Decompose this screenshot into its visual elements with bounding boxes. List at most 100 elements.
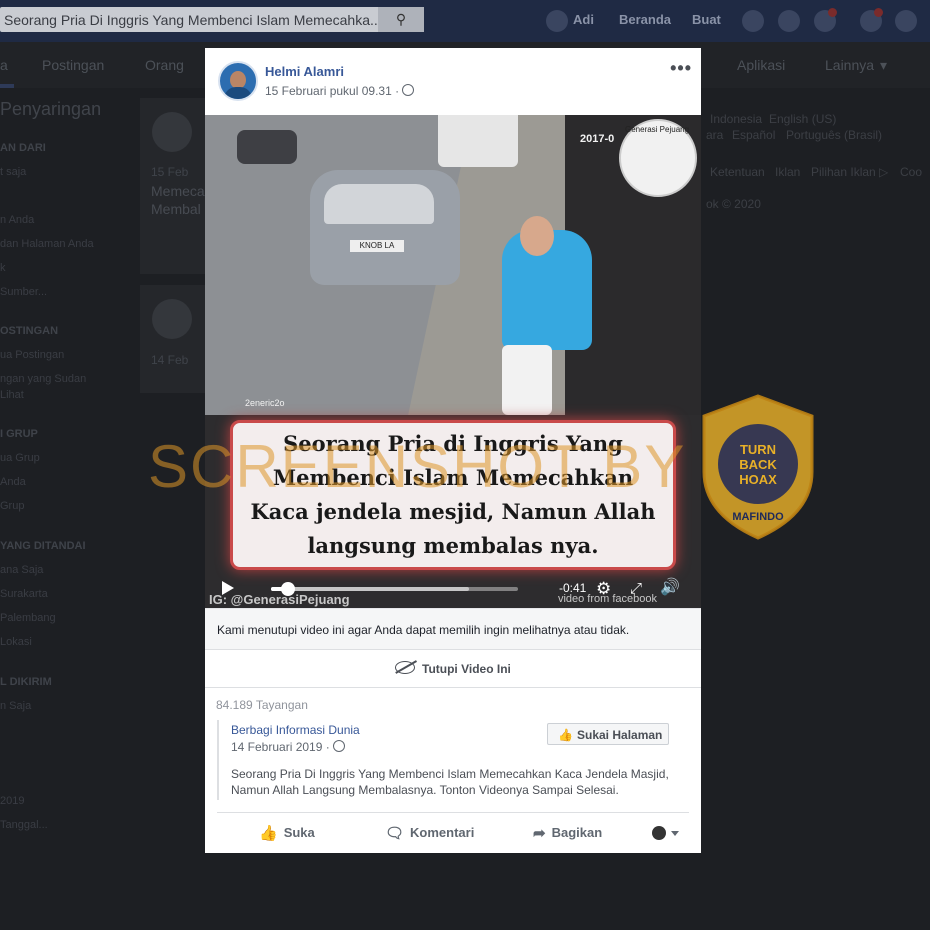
avatar [152, 299, 192, 339]
seal-line: HOAX [739, 472, 777, 487]
copyright-text: ok © 2020 [706, 197, 761, 211]
filter-option[interactable]: n Saja [0, 700, 31, 712]
sensitive-notice: Kami menutupi video ini agar Anda dapat … [205, 608, 701, 650]
filter-option[interactable]: n Anda [0, 214, 34, 226]
video-scene-van [438, 115, 518, 167]
volume-icon[interactable]: 🔊 [660, 579, 680, 597]
notification-badge [828, 8, 837, 17]
shared-post: Berbagi Informasi Dunia 14 Februari 2019… [217, 720, 691, 800]
language-link[interactable]: English (US) [769, 112, 836, 126]
comment-label: Komentari [410, 825, 475, 840]
filter-option[interactable]: Surakarta [0, 588, 48, 600]
filter-option[interactable]: Palembang [0, 612, 56, 624]
language-link[interactable]: Español [732, 128, 775, 142]
video-progress-bar[interactable] [271, 582, 518, 596]
screenshot-watermark: SCREENSHOT BY [148, 433, 687, 500]
footer-link[interactable]: Pilihan Iklan ▷ [811, 165, 888, 179]
like-page-label: Sukai Halaman [577, 728, 663, 742]
filter-option[interactable]: Lokasi [0, 636, 32, 648]
top-bar: Seorang Pria Di Inggris Yang Membenci Is… [0, 0, 930, 42]
profile-name[interactable]: Adi [573, 12, 594, 27]
tab-apps[interactable]: Aplikasi [737, 57, 785, 73]
post-date[interactable]: 15 Februari pukul 09.31 · [265, 84, 415, 98]
request-badge [874, 8, 883, 17]
filter-option[interactable]: ua Postingan [0, 349, 64, 361]
result-text: Membal [151, 201, 201, 217]
filter-option[interactable]: Grup [0, 500, 24, 512]
video-scene-parked-car [237, 130, 297, 164]
filter-heading: AN DARI [0, 142, 46, 154]
shared-page-name[interactable]: Berbagi Informasi Dunia [231, 723, 360, 737]
filter-option[interactable]: dan Halaman Anda [0, 238, 94, 250]
filter-option[interactable]: Tanggal... [0, 819, 48, 831]
sensitive-notice-text: Kami menutupi video ini agar Anda dapat … [217, 623, 630, 637]
filter-option[interactable]: 2019 [0, 795, 24, 807]
footer-link[interactable]: Iklan [775, 165, 800, 179]
search-text: Seorang Pria Di Inggris Yang Membenci Is… [4, 12, 382, 28]
filter-option[interactable]: t saja [0, 166, 26, 178]
profile-avatar[interactable] [546, 10, 568, 32]
car-plate: KNOB LA [350, 240, 404, 252]
mafindo-seal-logo: TURN BACK HOAX MAFINDO [702, 394, 814, 540]
tab-posts[interactable]: Postingan [42, 57, 104, 73]
result-date: 15 Feb [151, 165, 189, 179]
avatar[interactable] [652, 826, 666, 840]
result-card: 15 Feb Memeca Membal [140, 98, 215, 274]
language-link[interactable]: Português (Brasil) [786, 128, 882, 142]
thumbs-up-icon: 👍 [259, 825, 278, 842]
scrubber-handle[interactable] [281, 582, 296, 596]
friends-icon[interactable] [742, 10, 764, 32]
hide-video-button[interactable]: Tutupi Video Ini [205, 650, 701, 688]
share-button[interactable]: ➦ Bagikan [533, 824, 602, 842]
chevron-down-icon[interactable] [671, 831, 679, 836]
gear-icon[interactable]: ⚙ [596, 580, 611, 597]
video-small-stamp: 2eneric2o [245, 398, 285, 408]
messenger-icon[interactable] [778, 10, 800, 32]
language-link[interactable]: ara [706, 128, 723, 142]
search-input[interactable]: Seorang Pria Di Inggris Yang Membenci Is… [0, 7, 424, 32]
filter-title: Penyaringan [0, 99, 102, 119]
comment-icon: 🗨 [385, 825, 405, 842]
filter-option[interactable]: Anda [0, 476, 26, 488]
chevron-down-icon: ▾ [880, 57, 888, 73]
fullscreen-icon[interactable]: ⤢ [630, 580, 642, 597]
filter-option[interactable]: ana Saja [0, 564, 43, 576]
language-link[interactable]: Indonesia [710, 112, 762, 126]
hide-video-label: Tutupi Video Ini [422, 662, 511, 676]
create-link[interactable]: Buat [692, 12, 721, 27]
result-date: 14 Feb [151, 353, 189, 367]
filter-option[interactable]: k [0, 262, 6, 274]
filter-option[interactable]: Sumber... [0, 286, 47, 298]
help-icon[interactable] [895, 10, 917, 32]
filter-heading: YANG DITANDAI [0, 540, 86, 552]
filter-option[interactable]: ngan yang Sudan [0, 373, 86, 385]
comment-button[interactable]: 🗨 Komentari [385, 824, 474, 842]
footer-link[interactable]: Coo [900, 165, 922, 179]
video-scene-car: KNOB LA [310, 170, 460, 285]
footer-link[interactable]: Ketentuan [710, 165, 765, 179]
tab-more[interactable]: Lainnya [825, 57, 874, 73]
video-timestamp: 2017-0 [580, 133, 615, 145]
post-author[interactable]: Helmi Alamri [265, 64, 344, 79]
seal-name: MAFINDO [732, 511, 784, 523]
ellipsis-icon[interactable]: ••• [670, 58, 692, 79]
video-controls: -0:41 ⚙ ⤢ 🔊 [205, 573, 701, 603]
buffered-bar [271, 587, 469, 591]
play-icon[interactable] [222, 581, 234, 595]
like-page-button[interactable]: 👍 Sukai Halaman [547, 723, 669, 745]
caption-line: Kaca jendela mesjid, Namun Allah [250, 499, 656, 524]
post-date-text: 15 Februari pukul 09.31 · [265, 84, 400, 98]
like-button[interactable]: 👍 Suka [259, 824, 315, 842]
filter-option[interactable]: ua Grup [0, 452, 40, 464]
filter-option[interactable]: Lihat [0, 389, 24, 401]
avatar[interactable] [218, 61, 258, 101]
filter-heading: OSTINGAN [0, 325, 59, 337]
shared-post-date[interactable]: 14 Februari 2019 · [231, 740, 345, 754]
tab-all[interactable]: a [0, 57, 8, 73]
search-icon[interactable]: ⚲ [378, 7, 424, 32]
home-link[interactable]: Beranda [619, 12, 671, 27]
globe-icon [402, 84, 415, 96]
video-player[interactable]: KNOB LA 2017-0 Generasi Pejuang 2eneric2… [205, 115, 701, 608]
tab-people[interactable]: Orang [145, 57, 184, 73]
seal-line: BACK [739, 457, 777, 472]
